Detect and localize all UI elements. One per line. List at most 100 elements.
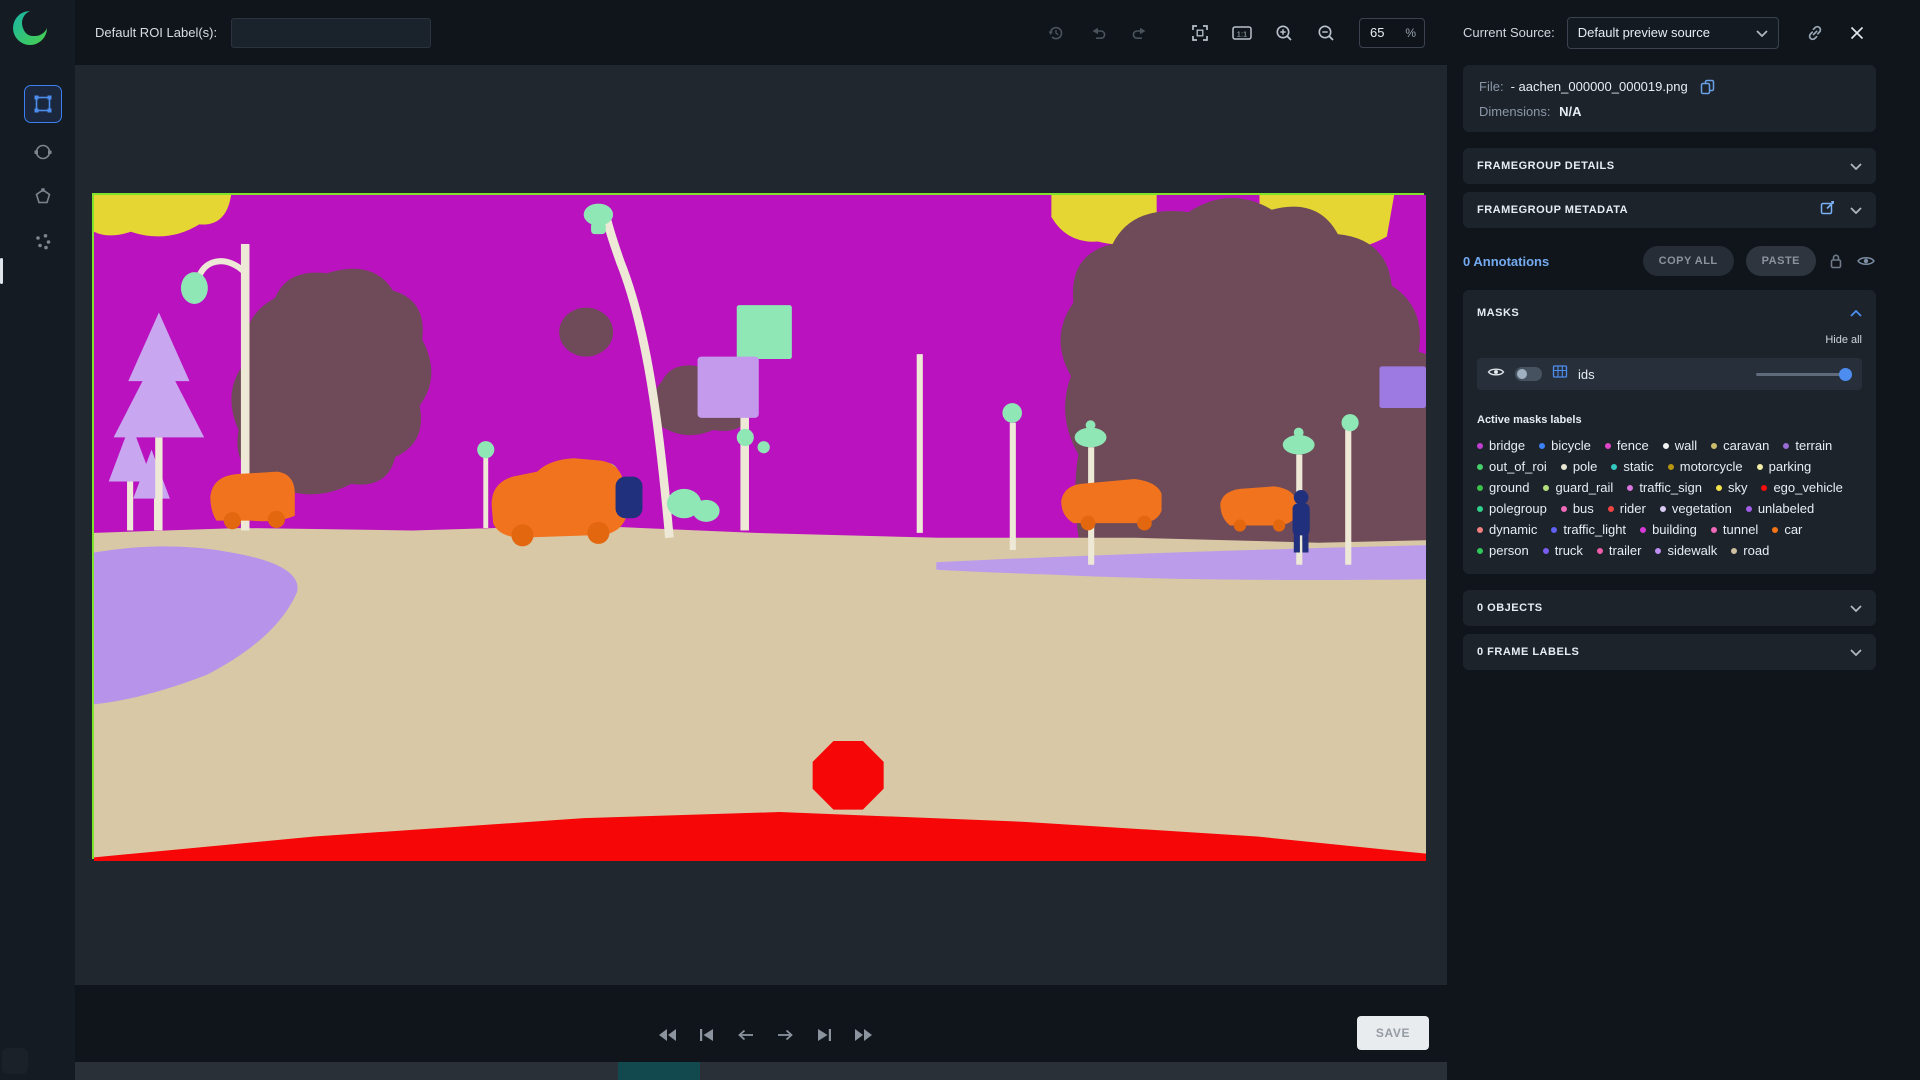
edit-metadata-icon[interactable] xyxy=(1819,199,1836,221)
bbox-tool-button[interactable] xyxy=(24,85,62,123)
mask-label-item[interactable]: dynamic xyxy=(1477,522,1537,537)
chevron-down-icon[interactable] xyxy=(1850,599,1862,617)
mask-color-dot xyxy=(1731,547,1738,554)
ellipse-tool-button[interactable] xyxy=(24,133,62,171)
mask-label-item[interactable]: caravan xyxy=(1711,438,1769,453)
mask-label-item[interactable]: bicycle xyxy=(1539,438,1591,453)
mask-toggle[interactable] xyxy=(1515,367,1542,381)
mask-label-item[interactable]: traffic_light xyxy=(1551,522,1626,537)
zoom-in-icon[interactable] xyxy=(1271,20,1297,46)
skip-backward-icon[interactable] xyxy=(655,1025,681,1045)
mask-table-icon[interactable] xyxy=(1552,364,1568,384)
mask-label-item[interactable]: truck xyxy=(1542,543,1583,558)
chevron-up-icon[interactable] xyxy=(1850,304,1862,322)
segmentation-image[interactable] xyxy=(92,193,1426,861)
mask-color-dot xyxy=(1604,442,1611,449)
previous-frame-icon[interactable] xyxy=(694,1025,720,1045)
step-back-icon[interactable] xyxy=(733,1025,759,1045)
visibility-icon[interactable] xyxy=(1856,253,1876,269)
framegroup-details-header[interactable]: FRAMEGROUP DETAILS xyxy=(1463,148,1876,184)
mask-label-item[interactable]: terrain xyxy=(1783,438,1832,453)
keypoints-tool-icon xyxy=(36,234,51,250)
keypoints-tool-button[interactable] xyxy=(24,223,62,261)
mask-label-text: tunnel xyxy=(1722,522,1759,537)
mask-color-dot xyxy=(1477,463,1483,470)
mask-label-item[interactable]: rider xyxy=(1607,501,1646,516)
mask-label-item[interactable]: vegetation xyxy=(1659,501,1732,516)
actual-size-icon[interactable]: 1:1 xyxy=(1229,20,1255,46)
canvas-area xyxy=(75,65,1447,985)
undo-icon[interactable] xyxy=(1085,20,1111,46)
step-forward-icon[interactable] xyxy=(772,1025,798,1045)
file-label: File: xyxy=(1479,79,1504,94)
mask-label-item[interactable]: motorcycle xyxy=(1667,459,1743,474)
zoom-level-box[interactable]: % xyxy=(1359,17,1425,48)
mask-label-item[interactable]: fence xyxy=(1604,438,1649,453)
mask-label-item[interactable]: guard_rail xyxy=(1543,480,1613,495)
dimensions-label: Dimensions: xyxy=(1479,104,1551,119)
source-select[interactable]: Default preview source xyxy=(1566,16,1779,49)
mask-opacity-slider[interactable] xyxy=(1756,367,1852,381)
annotation-app: Default ROI Label(s): 1:1 65 % SAVE Curr… xyxy=(0,0,1920,1080)
bottom-left-corner xyxy=(2,1048,28,1074)
skip-forward-icon[interactable] xyxy=(850,1025,876,1045)
mask-color-dot xyxy=(1745,505,1752,512)
mask-label-item[interactable]: trailer xyxy=(1596,543,1641,558)
copy-all-button[interactable]: COPY ALL xyxy=(1642,246,1734,276)
polygon-tool-button[interactable] xyxy=(24,178,62,216)
next-frame-icon[interactable] xyxy=(811,1025,837,1045)
hide-all-link[interactable]: Hide all xyxy=(1477,334,1862,346)
zoom-out-icon[interactable] xyxy=(1313,20,1339,46)
paste-button[interactable]: PASTE xyxy=(1745,246,1816,276)
mask-visibility-icon[interactable] xyxy=(1487,365,1505,384)
masks-panel: MASKS Hide all ids Active masks labels b… xyxy=(1463,290,1876,574)
masks-header[interactable]: MASKS xyxy=(1477,304,1862,322)
mask-label-item[interactable]: parking xyxy=(1756,459,1811,474)
chevron-down-icon xyxy=(1756,25,1768,40)
objects-header[interactable]: 0 OBJECTS xyxy=(1463,590,1876,626)
copy-filename-icon[interactable] xyxy=(1699,78,1715,95)
chevron-down-icon[interactable] xyxy=(1850,157,1862,175)
mask-label-item[interactable]: polegroup xyxy=(1477,501,1547,516)
mask-label-text: rider xyxy=(1619,501,1646,516)
chevron-down-icon[interactable] xyxy=(1850,201,1862,219)
mask-label-item[interactable]: ego_vehicle xyxy=(1761,480,1843,495)
chevron-down-icon[interactable] xyxy=(1850,643,1862,661)
mask-label-item[interactable]: static xyxy=(1611,459,1654,474)
mask-label-text: out_of_roi xyxy=(1489,459,1547,474)
zoom-level-input[interactable] xyxy=(1368,24,1400,41)
mask-label-item[interactable]: unlabeled xyxy=(1745,501,1814,516)
mask-color-dot xyxy=(1560,505,1567,512)
source-bar: Current Source: Default preview source xyxy=(1463,0,1876,65)
mask-label-item[interactable]: out_of_roi xyxy=(1477,459,1547,474)
mask-label-item[interactable]: wall xyxy=(1662,438,1697,453)
mask-label-text: ego_vehicle xyxy=(1773,480,1843,495)
roi-input[interactable] xyxy=(231,17,432,48)
redo-icon[interactable] xyxy=(1127,20,1153,46)
mask-label-item[interactable]: pole xyxy=(1560,459,1597,474)
link-icon[interactable] xyxy=(1805,23,1825,43)
fit-to-screen-icon[interactable] xyxy=(1187,20,1213,46)
mask-color-dot xyxy=(1551,526,1558,533)
history-icon[interactable] xyxy=(1043,20,1069,46)
mask-label-item[interactable]: ground xyxy=(1477,480,1529,495)
mask-label-item[interactable]: bus xyxy=(1560,501,1594,516)
mask-label-item[interactable]: road xyxy=(1731,543,1769,558)
frame-labels-header[interactable]: 0 FRAME LABELS xyxy=(1463,634,1876,670)
svg-text:1:1: 1:1 xyxy=(1237,29,1247,38)
mask-label-item[interactable]: sidewalk xyxy=(1655,543,1717,558)
mask-label-item[interactable]: car xyxy=(1772,522,1802,537)
save-button[interactable]: SAVE xyxy=(1357,1016,1429,1050)
mask-label-item[interactable]: bridge xyxy=(1477,438,1525,453)
mask-label-item[interactable]: building xyxy=(1640,522,1697,537)
mask-label-item[interactable]: tunnel xyxy=(1710,522,1759,537)
mask-label-text: vegetation xyxy=(1671,501,1732,516)
mask-color-dot xyxy=(1655,547,1662,554)
mask-label-item[interactable]: sky xyxy=(1715,480,1747,495)
framegroup-metadata-header[interactable]: FRAMEGROUP METADATA xyxy=(1463,192,1876,228)
mask-color-dot xyxy=(1627,484,1634,491)
close-icon[interactable] xyxy=(1849,25,1865,41)
lock-icon[interactable] xyxy=(1828,252,1844,270)
mask-label-item[interactable]: traffic_sign xyxy=(1627,480,1702,495)
mask-label-item[interactable]: person xyxy=(1477,543,1529,558)
